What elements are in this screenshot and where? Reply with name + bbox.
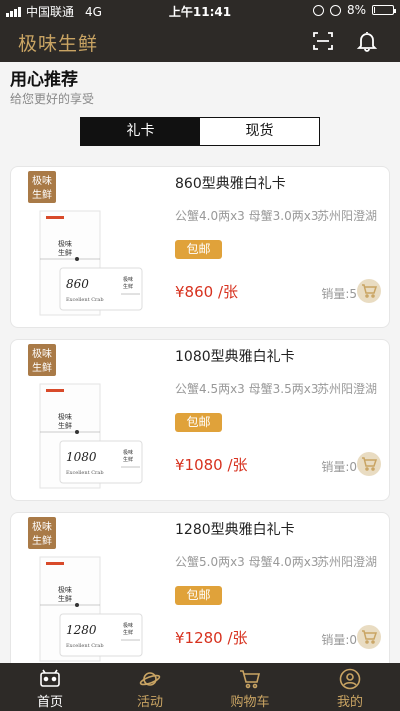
cart-icon <box>362 284 377 298</box>
svg-text:生鲜: 生鲜 <box>123 283 133 290</box>
battery-percent: 8% <box>346 3 366 17</box>
home-icon <box>40 669 60 687</box>
card-inner-logo: 极味 <box>58 585 72 594</box>
cart-icon <box>240 670 261 689</box>
product-price: ¥860 /张 <box>175 283 238 301</box>
card-caption: Excellent Crab <box>66 470 104 476</box>
product-title[interactable]: 1280型典雅白礼卡 <box>175 519 295 539</box>
card-number: 1280 <box>66 623 97 637</box>
alarm-icon <box>329 4 341 16</box>
card-caption: Excellent Crab <box>66 643 104 649</box>
sales-count: 销量:0 <box>321 633 357 647</box>
notification-button[interactable] <box>356 30 378 52</box>
add-to-cart-button[interactable] <box>357 452 381 476</box>
product-spec: 公蟹4.0两x3 母蟹3.0两x3 <box>175 209 319 223</box>
user-icon <box>339 668 361 690</box>
nav-label: 首页 <box>36 695 63 710</box>
card-logo-text: 生鲜 <box>32 188 52 201</box>
card-number: 1080 <box>66 450 97 464</box>
cart-icon <box>362 457 377 471</box>
free-shipping-badge: 包邮 <box>175 413 222 432</box>
bell-icon <box>356 32 378 52</box>
card-number: 860 <box>66 277 89 291</box>
app-header: 极味生鲜 <box>0 20 400 62</box>
product-card[interactable]: 极味 生鲜 极味 生鲜 860 Excellent Crab 极味 生鲜 860… <box>10 166 390 328</box>
svg-text:极味: 极味 <box>123 276 133 283</box>
product-title[interactable]: 860型典雅白礼卡 <box>175 173 286 193</box>
product-title[interactable]: 1080型典雅白礼卡 <box>175 346 295 366</box>
card-inner-logo: 极味 <box>58 239 72 248</box>
section-subtitle: 给您更好的享受 <box>10 92 95 106</box>
bottom-nav: 首页 活动 购物车 我的 <box>0 663 400 711</box>
card-logo-text: 生鲜 <box>32 361 52 374</box>
add-to-cart-button[interactable] <box>357 625 381 649</box>
product-spec: 公蟹5.0两x3 母蟹4.0两x3 <box>175 555 319 569</box>
product-card[interactable]: 极味 生鲜 极味 生鲜 1080 Excellent Crab 极味 生鲜 10… <box>10 339 390 501</box>
free-shipping-badge: 包邮 <box>175 240 222 259</box>
product-spec: 公蟹4.5两x3 母蟹3.5两x3 <box>175 382 319 396</box>
nav-label: 我的 <box>336 695 363 710</box>
nav-activity[interactable]: 活动 <box>100 663 200 711</box>
scan-icon <box>313 32 333 50</box>
svg-text:生鲜: 生鲜 <box>123 456 133 463</box>
card-caption: Excellent Crab <box>66 297 104 303</box>
product-image: 极味 生鲜 极味 生鲜 1080 Excellent Crab 极味 生鲜 <box>28 344 143 489</box>
scan-button[interactable] <box>312 30 334 52</box>
svg-text:极味: 极味 <box>123 622 133 629</box>
product-image: 极味 生鲜 极味 生鲜 860 Excellent Crab 极味 生鲜 <box>28 171 143 316</box>
nav-label: 购物车 <box>230 695 270 710</box>
tab-gift-card[interactable]: 礼卡 <box>81 118 200 145</box>
orientation-lock-icon <box>312 4 324 16</box>
card-logo-text: 极味 <box>32 520 52 533</box>
svg-text:极味: 极味 <box>123 449 133 456</box>
app-logo: 极味生鲜 <box>18 33 99 55</box>
nav-profile[interactable]: 我的 <box>300 663 400 711</box>
card-inner-logo: 生鲜 <box>58 421 72 430</box>
free-shipping-badge: 包邮 <box>175 586 222 605</box>
nav-cart[interactable]: 购物车 <box>200 663 300 711</box>
sales-count: 销量:5 <box>321 287 357 301</box>
card-logo-text: 极味 <box>32 174 52 187</box>
sales-count: 销量:0 <box>321 460 357 474</box>
svg-text:生鲜: 生鲜 <box>123 629 133 636</box>
product-image: 极味 生鲜 极味 生鲜 1280 Excellent Crab 极味 生鲜 <box>28 517 143 662</box>
product-price: ¥1280 /张 <box>175 629 248 647</box>
status-bar: 中国联通 4G 上午11:41 8% <box>0 0 400 20</box>
product-origin: 苏州阳澄湖 <box>316 382 377 396</box>
cart-icon <box>362 630 377 644</box>
product-origin: 苏州阳澄湖 <box>316 209 377 223</box>
nav-label: 活动 <box>136 695 163 710</box>
product-price: ¥1080 /张 <box>175 456 248 474</box>
add-to-cart-button[interactable] <box>357 279 381 303</box>
card-inner-logo: 生鲜 <box>58 248 72 257</box>
card-inner-logo: 极味 <box>58 412 72 421</box>
battery-icon <box>372 5 396 15</box>
planet-icon <box>139 672 161 686</box>
tab-in-stock[interactable]: 现货 <box>200 118 319 145</box>
category-tabs: 礼卡 现货 <box>80 117 320 146</box>
nav-home[interactable]: 首页 <box>0 663 100 711</box>
card-logo-text: 生鲜 <box>32 534 52 547</box>
section-title: 用心推荐 <box>10 70 78 90</box>
card-inner-logo: 生鲜 <box>58 594 72 603</box>
product-card[interactable]: 极味 生鲜 极味 生鲜 1280 Excellent Crab 极味 生鲜 12… <box>10 512 390 674</box>
card-logo-text: 极味 <box>32 347 52 360</box>
product-origin: 苏州阳澄湖 <box>316 555 377 569</box>
